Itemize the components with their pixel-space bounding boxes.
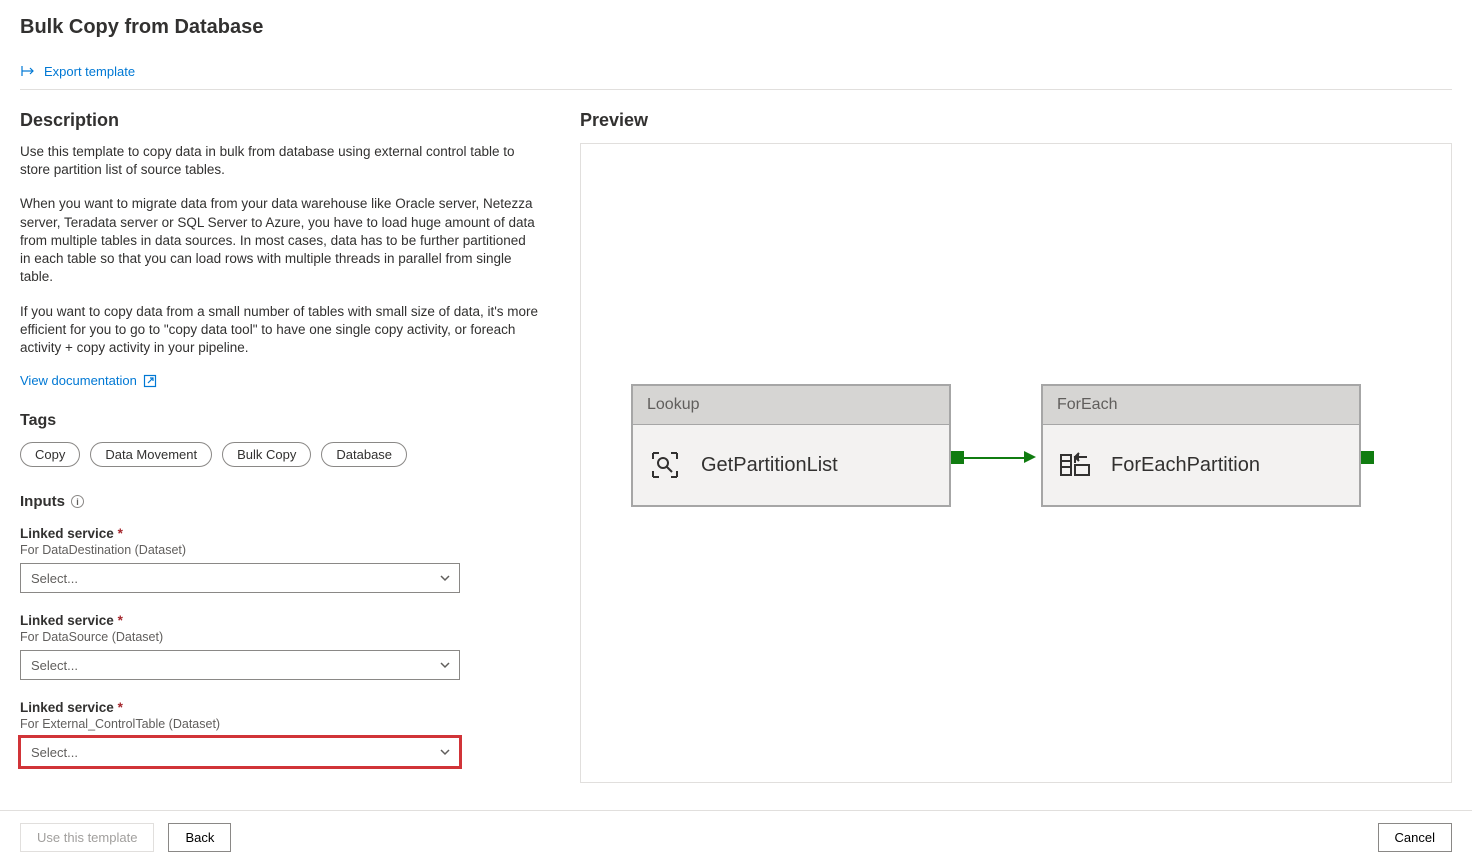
page-title: Bulk Copy from Database	[20, 16, 1452, 39]
export-template-link[interactable]: Export template	[20, 63, 1452, 90]
field-label: Linked service *	[20, 613, 540, 628]
arrow-icon	[1024, 451, 1036, 463]
external-link-icon	[143, 374, 157, 388]
inputs-heading: Inputs i	[20, 493, 540, 510]
back-button[interactable]: Back	[168, 823, 231, 852]
preview-heading: Preview	[580, 110, 1452, 131]
description-text-2: When you want to migrate data from your …	[20, 195, 540, 286]
field-label: Linked service *	[20, 526, 540, 541]
activity-type-label: ForEach	[1043, 386, 1359, 425]
use-this-template-button[interactable]: Use this template	[20, 823, 154, 852]
foreach-icon	[1057, 447, 1093, 483]
tags-container: Copy Data Movement Bulk Copy Database	[20, 442, 540, 467]
tag[interactable]: Bulk Copy	[222, 442, 311, 467]
cancel-button[interactable]: Cancel	[1378, 823, 1452, 852]
field-label: Linked service *	[20, 700, 540, 715]
tags-heading: Tags	[20, 412, 540, 430]
preview-canvas: Lookup GetPartitionList	[580, 143, 1452, 783]
description-heading: Description	[20, 110, 540, 131]
view-documentation-link[interactable]: View documentation	[20, 373, 157, 388]
view-documentation-label: View documentation	[20, 373, 137, 388]
linked-service-select-source[interactable]: Select...	[20, 650, 460, 680]
activity-lookup[interactable]: Lookup GetPartitionList	[631, 384, 951, 507]
description-text-1: Use this template to copy data in bulk f…	[20, 143, 540, 179]
activity-foreach[interactable]: ForEach ForEachPartition	[1041, 384, 1361, 507]
field-sublabel: For DataDestination (Dataset)	[20, 543, 540, 557]
export-template-label: Export template	[44, 64, 135, 79]
linked-service-select-destination[interactable]: Select...	[20, 563, 460, 593]
description-text-3: If you want to copy data from a small nu…	[20, 303, 540, 358]
activity-name-label: ForEachPartition	[1111, 454, 1260, 477]
tag[interactable]: Database	[321, 442, 407, 467]
activity-type-label: Lookup	[633, 386, 949, 425]
field-sublabel: For External_ControlTable (Dataset)	[20, 717, 540, 731]
linked-service-select-controltable[interactable]: Select...	[20, 737, 460, 767]
chevron-down-icon	[439, 659, 451, 671]
info-icon[interactable]: i	[71, 495, 84, 508]
chevron-down-icon	[439, 572, 451, 584]
lookup-icon	[647, 447, 683, 483]
chevron-down-icon	[439, 746, 451, 758]
export-icon	[20, 63, 36, 79]
footer-bar: Use this template Back Cancel	[0, 810, 1472, 864]
tag[interactable]: Data Movement	[90, 442, 212, 467]
field-sublabel: For DataSource (Dataset)	[20, 630, 540, 644]
activity-name-label: GetPartitionList	[701, 454, 838, 477]
tag[interactable]: Copy	[20, 442, 80, 467]
connector-output	[1361, 451, 1374, 464]
connector-line	[964, 457, 1024, 459]
connector-output	[951, 451, 964, 464]
